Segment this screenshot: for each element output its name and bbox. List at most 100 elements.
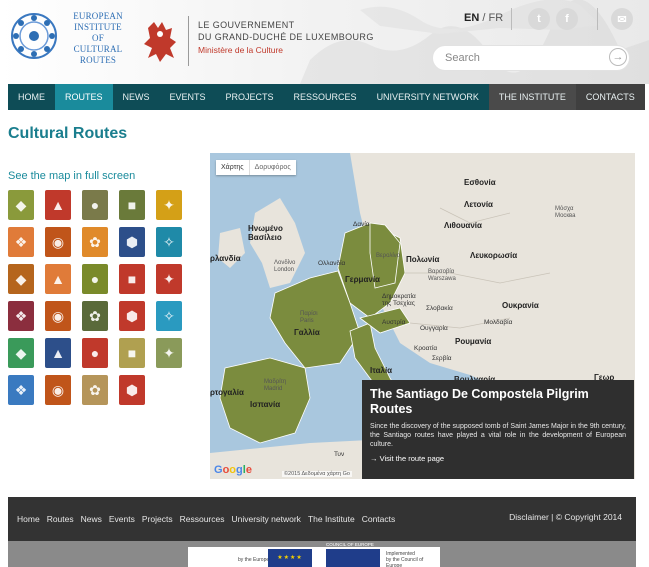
facebook-icon[interactable]: f — [556, 8, 578, 30]
nav-contacts[interactable]: CONTACTS — [575, 84, 645, 110]
nav-routes[interactable]: ROUTES — [55, 84, 113, 110]
nav-ressources[interactable]: RESSOURCES — [284, 84, 367, 110]
map-label: Ισπανία — [250, 400, 281, 409]
map-label: Πολωνία — [406, 255, 440, 264]
route-description: Since the discovery of the supposed tomb… — [370, 423, 626, 448]
map-label: Δανία — [353, 221, 370, 228]
footer-link-routes[interactable]: Routes — [47, 514, 74, 524]
language-switcher: EN / FR — [464, 12, 503, 24]
footer-link-home[interactable]: Home — [17, 514, 40, 524]
castle-icon[interactable]: ▲ — [45, 190, 71, 220]
footer-link-the-institute[interactable]: The Institute — [308, 514, 355, 524]
pattern-icon[interactable]: ◉ — [45, 375, 71, 405]
town-icon[interactable]: ● — [82, 338, 108, 368]
ministry-name: Ministère de la Culture — [198, 45, 284, 55]
twitter-icon[interactable]: t — [528, 8, 550, 30]
nav-news[interactable]: NEWS — [113, 84, 160, 110]
nav-projects[interactable]: PROJECTS — [216, 84, 284, 110]
pilgrim-icon[interactable]: ❖ — [8, 375, 34, 405]
full-screen-map-link[interactable]: See the map in full screen — [8, 170, 135, 182]
eicr-name: EUROPEAN INSTITUTE OF CULTURAL ROUTES — [66, 11, 130, 66]
map-label: Ουγγαρία — [420, 325, 448, 332]
map-label: Λονδίνο — [274, 260, 296, 266]
footer-link-ressources[interactable]: Ressources — [180, 514, 225, 524]
nav-university-network[interactable]: UNIVERSITY NETWORK — [367, 84, 489, 110]
arches-icon[interactable]: ✿ — [82, 375, 108, 405]
luxembourg-lion-icon — [144, 22, 176, 62]
hand-icon[interactable]: ❖ — [8, 227, 34, 257]
nav-the-institute[interactable]: THE INSTITUTE — [488, 84, 576, 110]
scallop-shell-icon[interactable]: ◆ — [8, 190, 34, 220]
map-label: ρλανδία — [210, 254, 241, 263]
heritage-icon[interactable]: ✦ — [156, 338, 182, 368]
map-label: Μαδρίτη — [264, 379, 287, 385]
visit-route-link[interactable]: → Visit the route page — [370, 454, 626, 463]
header-separator — [597, 8, 598, 30]
horse-rider-icon[interactable]: ◆ — [8, 264, 34, 294]
footer-nav-bar: Home Routes News Events Projects Ressour… — [8, 497, 636, 541]
council-of-europe-flag-icon — [326, 549, 380, 567]
olive-tree-icon[interactable]: ● — [82, 264, 108, 294]
nav-events[interactable]: EVENTS — [160, 84, 216, 110]
eicr-line: EUROPEAN — [73, 11, 123, 21]
map-label: Ηνωμένο — [248, 224, 283, 233]
map-label: Σλοβακία — [426, 305, 453, 312]
map-type-satellite-button[interactable]: Δορυφόρος — [248, 160, 296, 175]
map-label: Ολλανδία — [318, 260, 346, 267]
crown-icon[interactable]: ■ — [119, 264, 145, 294]
horse-icon[interactable]: ⬢ — [119, 301, 145, 331]
government-name-line1: LE GOUVERNEMENT — [198, 20, 295, 30]
eicr-logo-icon[interactable] — [8, 10, 60, 62]
copyright-text[interactable]: Disclaimer | © Copyright 2014 — [509, 512, 622, 522]
map-credit: ©2015 Δεδομένα χάρτη Go — [282, 471, 352, 477]
arch-building-icon[interactable]: ◉ — [45, 227, 71, 257]
nav-home[interactable]: HOME — [8, 84, 55, 110]
page-title: Cultural Routes — [8, 125, 128, 142]
footer-link-contacts[interactable]: Contacts — [362, 514, 396, 524]
mosque-icon[interactable]: ▲ — [45, 264, 71, 294]
map-label: Βασίλειο — [248, 233, 282, 242]
dome-icon[interactable]: ✦ — [156, 264, 182, 294]
figure-icon[interactable]: ✦ — [156, 190, 182, 220]
mail-icon[interactable]: ✉ — [611, 8, 633, 30]
face-mask-icon[interactable]: ● — [82, 190, 108, 220]
dancer-icon[interactable]: ✧ — [156, 227, 182, 257]
map-label: Ουκρανία — [502, 301, 539, 310]
visit-route-link-label: Visit the route page — [379, 454, 445, 463]
map-type-map-button[interactable]: Χάρτης — [216, 160, 249, 175]
eagle-icon[interactable]: ⬢ — [119, 375, 145, 405]
footer-link-news[interactable]: News — [81, 514, 102, 524]
cup-icon[interactable]: ■ — [119, 338, 145, 368]
ship-icon[interactable]: ⬢ — [119, 227, 145, 257]
map-label: Μολδαβία — [484, 319, 513, 326]
footer-links: Home Routes News Events Projects Ressour… — [17, 514, 395, 524]
map-label: Ιταλία — [370, 366, 393, 375]
footer-link-projects[interactable]: Projects — [142, 514, 173, 524]
map-label: Москва — [555, 213, 576, 219]
portrait-icon[interactable]: ✿ — [82, 227, 108, 257]
route-title[interactable]: The Santiago De Compostela Pilgrim Route… — [370, 387, 626, 417]
fountain-icon[interactable]: ✧ — [156, 301, 182, 331]
footer-link-events[interactable]: Events — [109, 514, 135, 524]
menorah-icon[interactable]: ▲ — [45, 338, 71, 368]
map-label: Ρουμανία — [455, 337, 492, 346]
lang-fr[interactable]: FR — [488, 12, 503, 24]
saint-icon[interactable]: ◆ — [8, 338, 34, 368]
search-arrow-icon[interactable]: → — [609, 48, 627, 66]
viking-ship-icon[interactable]: ■ — [119, 190, 145, 220]
map-label: Λετονία — [464, 200, 493, 209]
map-label: της Τσεχίας — [382, 300, 415, 307]
google-logo[interactable]: Google — [214, 464, 252, 476]
implemented-line: by the Council of Europe — [386, 557, 424, 567]
map-label: Warszawa — [428, 276, 456, 282]
footer-link-university-network[interactable]: University network — [232, 514, 301, 524]
lang-separator: / — [482, 12, 486, 24]
gothic-arch-icon[interactable]: ◉ — [45, 301, 71, 331]
eicr-line: INSTITUTE — [74, 22, 122, 32]
route-info-popup: The Santiago De Compostela Pilgrim Route… — [362, 380, 634, 479]
map-label: Κροατία — [414, 345, 438, 352]
bird-icon[interactable]: ✿ — [82, 301, 108, 331]
lang-en[interactable]: EN — [464, 12, 479, 24]
search-input[interactable]: Search — [432, 45, 630, 71]
grapes-icon[interactable]: ❖ — [8, 301, 34, 331]
